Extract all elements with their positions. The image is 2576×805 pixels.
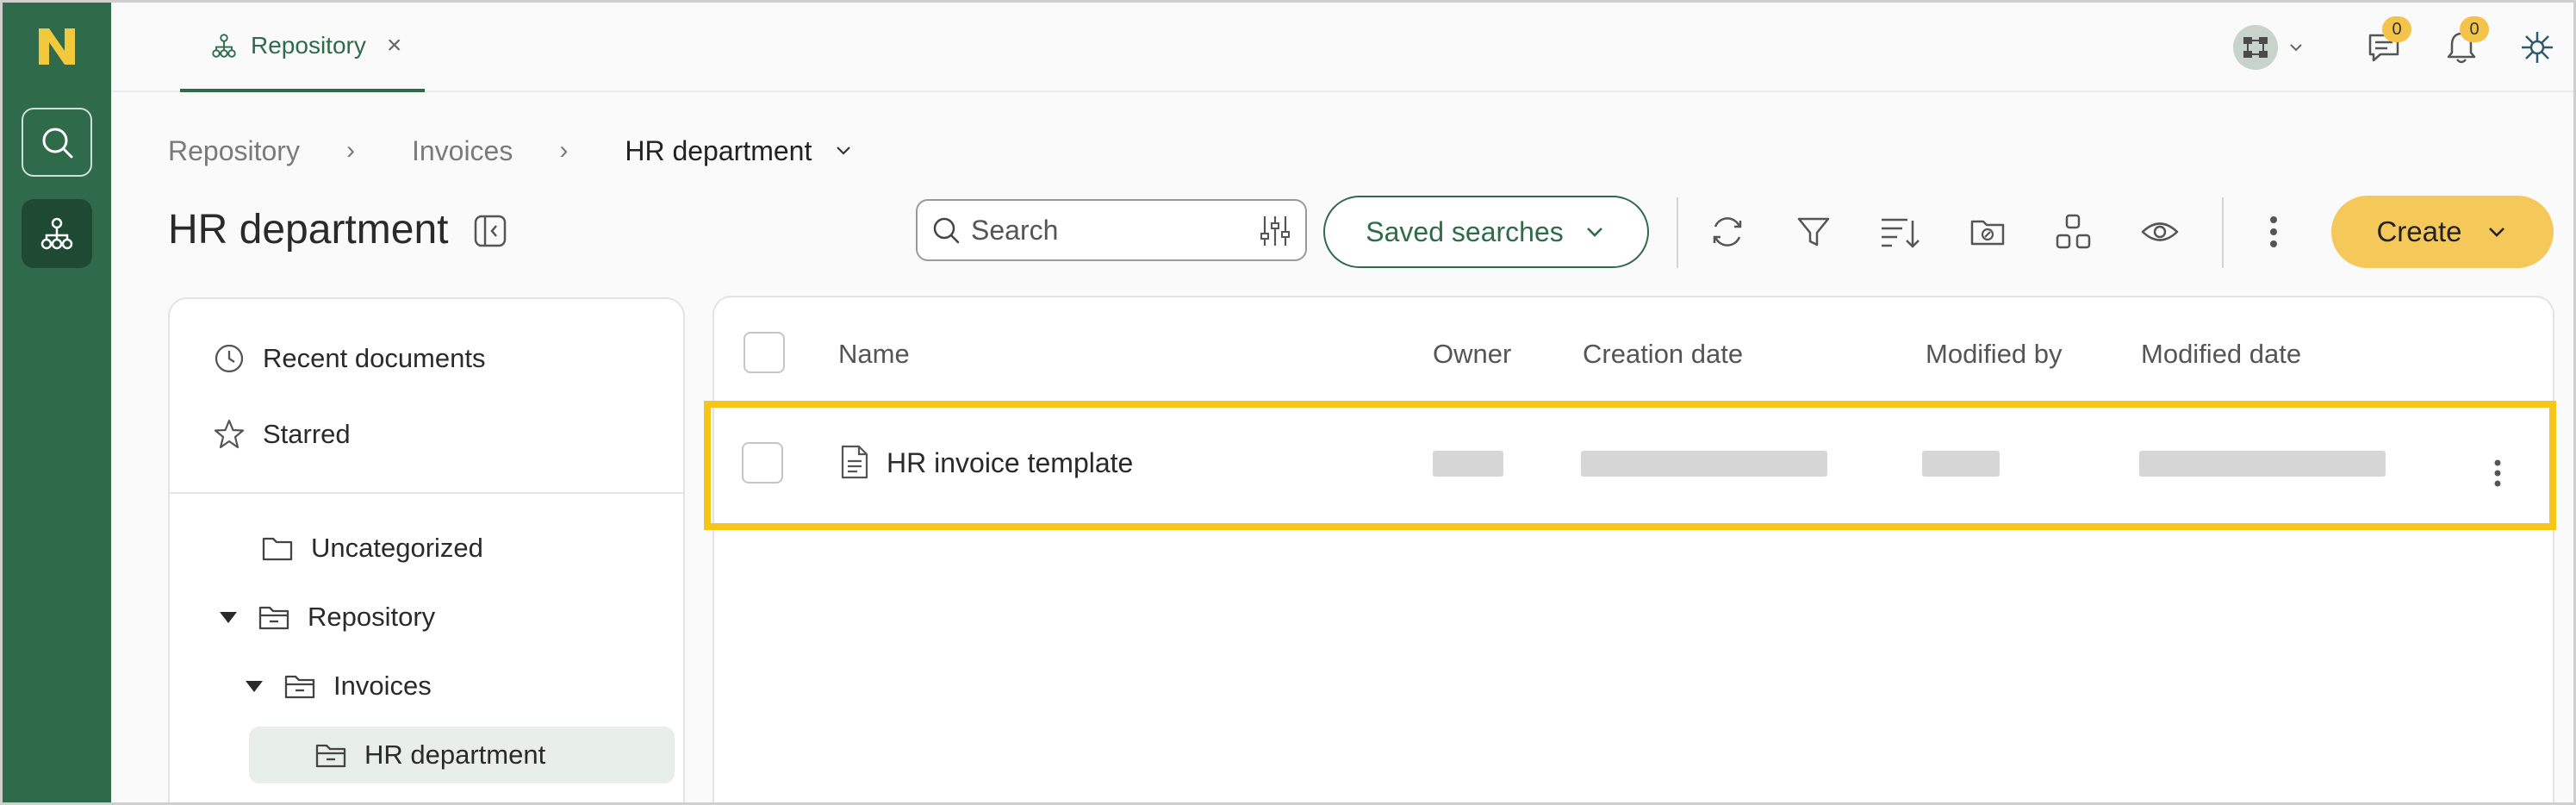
network-icon (2522, 32, 2553, 63)
folder-open-icon (258, 606, 289, 630)
rail-search-button[interactable] (22, 108, 92, 177)
hierarchy-icon (212, 34, 236, 58)
tree-divider (170, 492, 683, 494)
breadcrumb-separator: › (559, 136, 569, 165)
folder-open-icon (284, 675, 315, 699)
column-header-name[interactable]: Name (838, 339, 910, 370)
search-icon (933, 217, 960, 244)
tree-item-label: Invoices (333, 671, 432, 701)
notifications-button[interactable]: 0 (2439, 16, 2489, 72)
app-window: Repository × 0 0 Repository › Invoices ›… (0, 0, 2576, 805)
document-icon (841, 445, 868, 479)
modified-date-placeholder (2139, 451, 2386, 477)
left-rail (3, 3, 111, 802)
folder-open-icon (315, 744, 346, 768)
search-icon (42, 128, 73, 159)
sort-button[interactable] (1876, 208, 1924, 256)
tree-item-starred[interactable]: Starred (213, 418, 351, 451)
workspace-switcher[interactable] (2229, 23, 2308, 72)
folder-icon (262, 537, 293, 561)
filter-button[interactable] (1789, 208, 1838, 256)
page-title: HR department (168, 207, 449, 253)
documents-table: Name Owner Creation date Modified by Mod… (712, 296, 2554, 802)
breadcrumb-current-label: HR department (625, 134, 812, 166)
row-checkbox[interactable] (742, 442, 783, 484)
tree-item-recent-documents[interactable]: Recent documents (213, 342, 485, 375)
caret-down-icon[interactable] (220, 611, 237, 623)
breadcrumb-current[interactable]: HR department (625, 135, 855, 167)
chevron-down-icon (1586, 228, 1602, 237)
refresh-button[interactable] (1703, 208, 1752, 256)
filter-icon (1797, 217, 1830, 246)
hierarchy-icon (40, 217, 73, 250)
more-vertical-icon (2270, 216, 2277, 247)
create-button[interactable]: Create (2331, 196, 2554, 268)
star-icon (214, 419, 245, 449)
creation-date-placeholder (1581, 451, 1827, 477)
saved-searches-button[interactable]: Saved searches (1323, 196, 1649, 268)
breadcrumb-repository[interactable]: Repository (168, 135, 300, 167)
refresh-icon (1713, 217, 1742, 246)
column-header-owner[interactable]: Owner (1433, 339, 1511, 370)
toolbar-divider (1677, 197, 1678, 268)
search-field[interactable] (916, 199, 1307, 261)
modified-by-placeholder (1922, 451, 2000, 477)
toolbar-divider (2222, 197, 2224, 268)
chevron-down-icon (2290, 44, 2302, 52)
navigation-tree: Recent documents Starred Uncategorized R… (168, 297, 685, 802)
caret-down-icon[interactable] (246, 680, 263, 692)
more-actions-button[interactable] (2249, 208, 2298, 256)
tree-item-label: Uncategorized (311, 533, 483, 563)
breadcrumb-invoices[interactable]: Invoices (412, 135, 513, 167)
more-vertical-icon[interactable] (2484, 452, 2511, 494)
messages-badge: 0 (2382, 16, 2411, 42)
tree-folder-hr-department[interactable]: HR department (314, 739, 545, 771)
top-bar: Repository × 0 0 (111, 3, 2573, 92)
breadcrumb: Repository › Invoices › HR department (168, 132, 855, 170)
folder-link-icon (1970, 220, 2005, 246)
preview-button[interactable] (2136, 208, 2184, 256)
column-header-modified-date[interactable]: Modified date (2141, 339, 2301, 370)
n-logo-icon[interactable] (35, 25, 78, 68)
rail-repository-button[interactable] (22, 199, 92, 268)
shared-folder-button[interactable] (1963, 208, 2012, 256)
tree-folder-repository[interactable]: Repository (220, 601, 435, 633)
search-input[interactable] (971, 214, 1229, 246)
tree-folder-invoices[interactable]: Invoices (246, 670, 432, 702)
chevron-down-icon (837, 147, 851, 155)
tree-item-label: Repository (308, 602, 436, 632)
breadcrumb-separator: › (345, 136, 355, 165)
tree-item-label: HR department (364, 739, 546, 770)
tab-repository[interactable]: Repository × (180, 3, 425, 92)
saved-searches-label: Saved searches (1366, 215, 1564, 247)
workspace-avatar-icon (2233, 25, 2278, 70)
create-label: Create (2376, 215, 2462, 247)
column-header-modified-by[interactable]: Modified by (1926, 339, 2063, 370)
collapse-panel-icon[interactable] (473, 214, 507, 248)
grid-layout-icon (2056, 214, 2091, 249)
view-layout-button[interactable] (2050, 208, 2098, 256)
messages-button[interactable]: 0 (2361, 16, 2411, 72)
table-row-name[interactable]: HR invoice template (887, 447, 1133, 479)
tree-folder-uncategorized[interactable]: Uncategorized (261, 532, 483, 565)
owner-placeholder (1433, 451, 1503, 477)
column-header-creation-date[interactable]: Creation date (1583, 339, 1743, 370)
filter-sliders-icon[interactable] (1257, 213, 1293, 249)
eye-icon (2141, 222, 2179, 241)
notifications-badge: 0 (2460, 16, 2489, 42)
network-button[interactable] (2515, 23, 2560, 72)
close-icon[interactable]: × (387, 31, 402, 60)
tree-item-label: Starred (263, 419, 351, 449)
chevron-down-icon (2488, 228, 2504, 237)
tree-item-label: Recent documents (263, 343, 486, 373)
clock-icon (215, 344, 244, 373)
select-all-checkbox[interactable] (744, 332, 785, 373)
sort-icon (1882, 218, 1920, 248)
tab-label: Repository (251, 32, 366, 59)
